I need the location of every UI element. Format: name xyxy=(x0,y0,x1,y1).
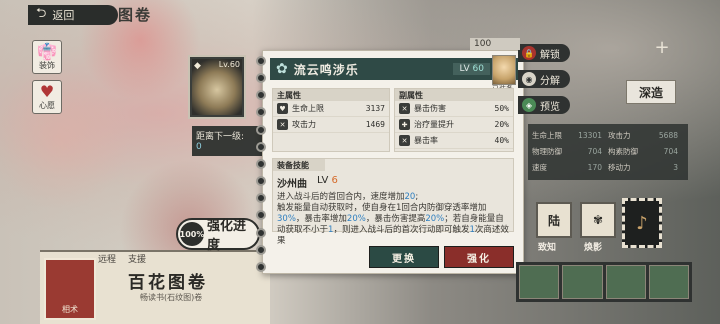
equipment-level-prefix: LV xyxy=(459,64,470,74)
slot[interactable] xyxy=(605,265,646,299)
attr-value: 50% xyxy=(494,104,509,113)
attr-name: 生命上限 xyxy=(292,104,324,113)
back-button[interactable]: ⮌ 返回 xyxy=(28,5,118,25)
equipment-level-value: 60 xyxy=(472,64,484,74)
swap-button[interactable]: 更换 xyxy=(369,246,439,268)
skill-level: LV 6 xyxy=(317,175,338,186)
eye-icon: ◉ xyxy=(522,72,536,86)
wish-button[interactable]: ♥ 心愿 xyxy=(32,80,62,114)
back-label: 返回 xyxy=(52,9,75,22)
attr-value: 3137 xyxy=(365,104,385,113)
attr-row: ✕ 暴击率 40% xyxy=(395,133,513,149)
skill-description: 进入战斗后的首回合内，速度增加20; 触发能量自动获取时，使自身在1回合内防御穿透… xyxy=(277,192,509,246)
preview-label: 预览 xyxy=(540,101,560,113)
attr-name: 暴击伤害 xyxy=(414,104,446,113)
heal-icon: ✚ xyxy=(399,119,410,130)
knot-icon: ✿ xyxy=(276,61,288,77)
talent-tile[interactable]: 陆 xyxy=(536,202,572,238)
poster-seal: 相术 xyxy=(44,258,96,320)
wish-label: 心愿 xyxy=(39,100,55,110)
main-attributes-panel: 主属性 ♥ 生命上限 3137 ✕ 攻击力 1469 xyxy=(272,88,390,152)
card-art: ◆ Lv.60 xyxy=(192,59,242,115)
hp-icon: ♥ xyxy=(277,103,288,114)
decompose-button[interactable]: ◉ 分解 xyxy=(518,70,570,88)
plus-icon[interactable]: + xyxy=(650,36,674,58)
attr-value: 40% xyxy=(494,136,509,145)
enhance-progress-label: 强化进度 xyxy=(207,219,247,253)
poster-tab-support[interactable]: 支援 xyxy=(128,252,146,265)
heart-icon: ♥ xyxy=(39,81,55,101)
skill-section-title: 装备技能 xyxy=(273,159,325,171)
attr-row: ✚ 治疗量提升 20% xyxy=(395,117,513,133)
sub-attributes-panel: 副属性 ✕ 暴击伤害 50% ✚ 治疗量提升 20% ✕ 暴击率 40% xyxy=(394,88,514,152)
main-attributes-title: 主属性 xyxy=(273,89,389,101)
level-badge: 100 xyxy=(470,38,520,50)
poster-tabs: 远程 支援 xyxy=(98,252,146,265)
poster-seal-label: 相术 xyxy=(62,305,78,314)
enhance-button[interactable]: 强化 xyxy=(444,246,514,268)
slot[interactable] xyxy=(648,265,689,299)
crit-rate-icon: ✕ xyxy=(399,135,410,146)
attr-value: 20% xyxy=(494,120,509,129)
decompose-label: 分解 xyxy=(540,75,560,87)
lock-icon: 🔒 xyxy=(522,46,536,60)
card-level: Lv.60 xyxy=(218,60,240,69)
preview-icon: ◈ xyxy=(522,98,536,112)
attr-row: ✕ 攻击力 1469 xyxy=(273,117,389,133)
equipment-level: LV 60 xyxy=(453,63,490,75)
distance-to-next-level: 距离下一级: 0 xyxy=(192,126,264,156)
back-arrow-icon: ⮌ xyxy=(36,6,47,21)
costume-button[interactable]: 👘 装饰 xyxy=(32,40,62,74)
attr-name: 攻击力 xyxy=(292,120,316,129)
stamp-icon[interactable]: ♪ xyxy=(622,198,662,248)
equipment-slots xyxy=(516,262,692,302)
page-title: 图卷 xyxy=(118,6,153,24)
slot[interactable] xyxy=(519,265,560,299)
enhance-percent-circle: 100% xyxy=(180,222,204,246)
stats-row: 生命上限 13301 攻击力 5688 xyxy=(532,130,678,140)
unlock-button[interactable]: 🔒 解锁 xyxy=(518,44,570,62)
costume-icon: 👘 xyxy=(37,41,57,61)
attr-value: 1469 xyxy=(365,120,385,129)
equipment-skill-panel: 装备技能 沙州曲 LV 6 进入战斗后的首回合内，速度增加20; 触发能量自动获取… xyxy=(272,158,514,246)
poster-title: 百花图卷 xyxy=(128,273,208,293)
slot[interactable] xyxy=(562,265,603,299)
attack-icon: ✕ xyxy=(277,119,288,130)
attr-name: 治疗量提升 xyxy=(414,120,454,129)
character-stats-panel: 生命上限 13301 攻击力 5688 物理防御 704 构素防御 704 速度 170 … xyxy=(528,124,688,180)
skill-header: 沙州曲 LV 6 xyxy=(273,171,513,190)
enhance-percent-sign: % xyxy=(196,229,205,239)
equipment-name: 流云鸣涉乐 xyxy=(293,62,359,77)
equipment-card-thumbnail[interactable]: ◆ Lv.60 xyxy=(188,55,246,119)
distance-label: 距离下一级: xyxy=(196,132,245,142)
crit-damage-icon: ✕ xyxy=(399,103,410,114)
equipment-header: ✿ 流云鸣涉乐 LV 60 xyxy=(270,58,518,80)
owner-avatar[interactable] xyxy=(492,55,516,85)
talent-tile-label: 致知 xyxy=(538,243,557,253)
attr-row: ♥ 生命上限 3137 xyxy=(273,101,389,117)
skin-tile[interactable]: ✾ xyxy=(580,202,616,238)
enhance-percent: 100 xyxy=(179,229,197,239)
sub-attributes-title: 副属性 xyxy=(395,89,513,101)
poster-subtitle: 畅读书(石纹图)卷 xyxy=(140,293,203,302)
enhance-progress-badge[interactable]: 100% 强化进度 xyxy=(176,218,260,253)
attr-row: ✕ 暴击伤害 50% xyxy=(395,101,513,117)
notebook-spiral xyxy=(256,56,266,272)
skill-name: 沙州曲 xyxy=(277,179,307,190)
attr-name: 暴击率 xyxy=(414,136,438,145)
poster-tab-ranged[interactable]: 远程 xyxy=(98,252,116,265)
skin-tile-label: 焕影 xyxy=(584,243,603,253)
distance-value: 0 xyxy=(196,142,202,152)
unlock-label: 解锁 xyxy=(540,49,560,61)
card-mark-icon: ◆ xyxy=(194,61,201,71)
preview-button[interactable]: ◈ 预览 xyxy=(518,96,570,114)
stats-row: 速度 170 移动力 3 xyxy=(532,162,678,172)
advance-button[interactable]: 深造 xyxy=(626,80,676,104)
stats-row: 物理防御 704 构素防御 704 xyxy=(532,146,678,156)
costume-label: 装饰 xyxy=(39,60,55,70)
